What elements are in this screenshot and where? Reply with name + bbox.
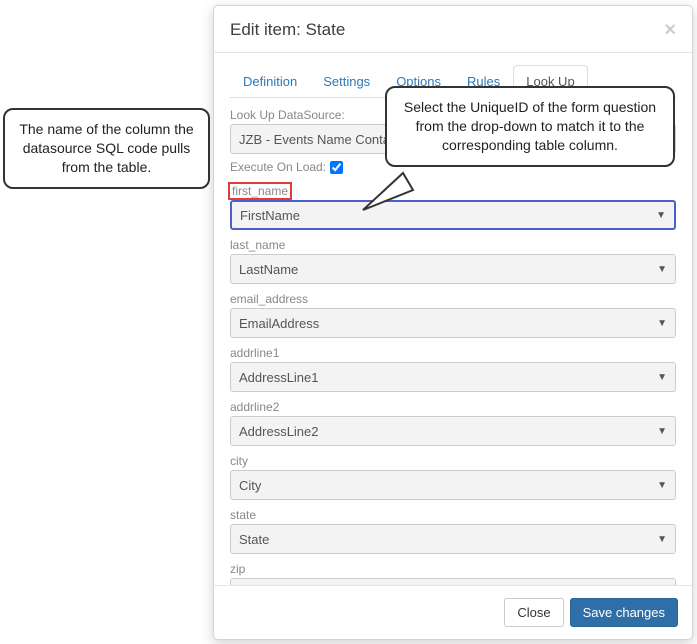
lookup-fields: first_nameFirstName▼last_nameLastName▼em…: [230, 180, 676, 585]
save-changes-button[interactable]: Save changes: [570, 598, 678, 627]
modal-title: Edit item: State: [230, 20, 345, 40]
lookup-mapping-value: EmailAddress: [239, 316, 319, 331]
lookup-mapping-select[interactable]: FirstName ▼: [230, 200, 676, 230]
lookup-column-label: last_name: [230, 234, 676, 254]
lookup-mapping-value: State: [239, 532, 269, 547]
execute-on-load-label: Execute On Load:: [230, 160, 326, 174]
close-icon[interactable]: ×: [664, 20, 676, 40]
lookup-column-label: first_name: [230, 180, 676, 200]
lookup-field-group: city City ▼: [230, 450, 676, 500]
lookup-mapping-select[interactable]: EmailAddress ▼: [230, 308, 676, 338]
tab-settings[interactable]: Settings: [310, 65, 383, 98]
lookup-mapping-value: City: [239, 478, 261, 493]
lookup-mapping-select[interactable]: AddressLine2 ▼: [230, 416, 676, 446]
chevron-down-icon: ▼: [657, 534, 667, 545]
lookup-column-label: addrline1: [230, 342, 676, 362]
lookup-mapping-select[interactable]: City ▼: [230, 470, 676, 500]
lookup-column-label: city: [230, 450, 676, 470]
lookup-mapping-select[interactable]: AddressLine1 ▼: [230, 362, 676, 392]
lookup-field-group: addrline1 AddressLine1 ▼: [230, 342, 676, 392]
tab-definition[interactable]: Definition: [230, 65, 310, 98]
lookup-mapping-select[interactable]: State ▼: [230, 524, 676, 554]
lookup-mapping-select[interactable]: ZipCode▼: [230, 578, 676, 585]
callout-uniqueid: Select the UniqueID of the form question…: [385, 86, 675, 167]
lookup-field-group: zipZipCode▼: [230, 558, 676, 585]
lookup-mapping-value: AddressLine2: [239, 424, 319, 439]
lookup-mapping-value: AddressLine1: [239, 370, 319, 385]
callout-pointer-icon: [358, 170, 418, 220]
lookup-field-group: email_address EmailAddress ▼: [230, 288, 676, 338]
lookup-field-group: addrline2 AddressLine2 ▼: [230, 396, 676, 446]
lookup-column-label: addrline2: [230, 396, 676, 416]
callout-column-name: The name of the column the datasource SQ…: [3, 108, 210, 189]
datasource-value: JZB - Events Name Contact: [239, 132, 400, 147]
lookup-mapping-select[interactable]: LastName ▼: [230, 254, 676, 284]
chevron-down-icon: ▼: [657, 426, 667, 437]
chevron-down-icon: ▼: [657, 480, 667, 491]
chevron-down-icon: ▼: [657, 264, 667, 275]
lookup-field-group: first_name FirstName ▼: [230, 180, 676, 230]
close-button[interactable]: Close: [504, 598, 563, 627]
modal-header: Edit item: State ×: [214, 6, 692, 53]
lookup-column-label: state: [230, 504, 676, 524]
lookup-field-group: last_name LastName ▼: [230, 234, 676, 284]
execute-on-load-checkbox[interactable]: [330, 161, 343, 174]
lookup-mapping-value: FirstName: [240, 208, 300, 223]
lookup-column-label: email_address: [230, 288, 676, 308]
chevron-down-icon: ▼: [657, 318, 667, 329]
lookup-mapping-value: LastName: [239, 262, 298, 277]
chevron-down-icon: ▼: [656, 210, 666, 221]
lookup-field-group: state State ▼: [230, 504, 676, 554]
modal-footer: Close Save changes: [214, 585, 692, 639]
chevron-down-icon: ▼: [657, 372, 667, 383]
lookup-column-label: zip: [230, 558, 676, 578]
lookup-column-label: first_name: [230, 184, 290, 198]
